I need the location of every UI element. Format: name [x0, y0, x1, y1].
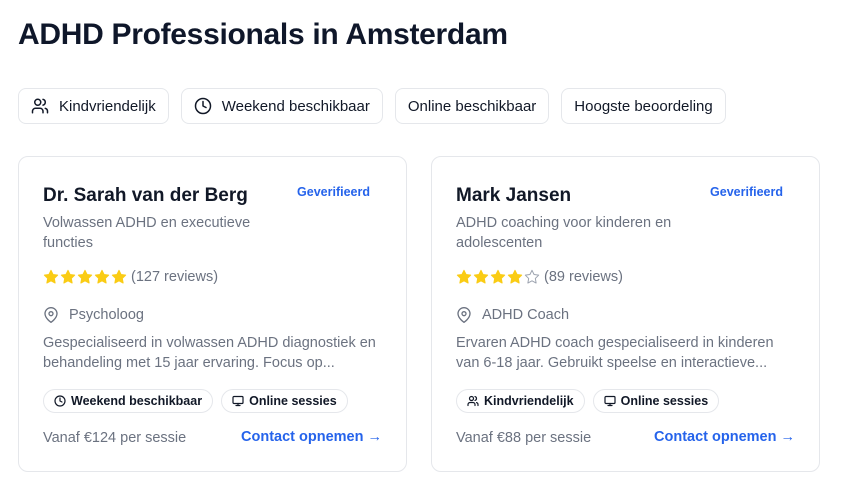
price: Vanaf €124 per sessie: [43, 430, 187, 446]
filter-label: Weekend beschikbaar: [221, 97, 370, 115]
star-filled-icon: [490, 269, 506, 284]
star-filled-icon: [94, 269, 110, 284]
map-pin-icon: [44, 307, 58, 323]
profession: Psycholoog: [43, 307, 144, 323]
filter-label: Hoogste beoordeling: [574, 97, 713, 115]
description: Ervaren ADHD coach gespecialiseerd in ki…: [456, 335, 774, 371]
users-icon: [31, 98, 49, 114]
star-empty-icon: [524, 269, 540, 284]
star-filled-icon: [473, 269, 489, 284]
review-count: (89 reviews): [544, 269, 623, 285]
contact-link[interactable]: Contact opnemen →: [654, 429, 795, 445]
star-filled-icon: [507, 269, 523, 284]
contact-link[interactable]: Contact opnemen →: [241, 429, 382, 445]
tag-label: Online sessies: [249, 394, 337, 408]
star-filled-icon: [43, 269, 59, 284]
users-icon: [467, 395, 479, 407]
price: Vanaf €88 per sessie: [456, 430, 592, 446]
professional-name: Mark Jansen: [456, 185, 572, 206]
tag-kindvriendelijk: Kindvriendelijk: [456, 389, 585, 413]
verified-badge: Geverifieerd: [710, 185, 783, 199]
clock-icon: [54, 395, 66, 407]
star-filled-icon: [77, 269, 93, 284]
tag-label: Kindvriendelijk: [484, 394, 574, 408]
description: Gespecialiseerd in volwassen ADHD diagno…: [43, 335, 376, 371]
professional-name: Dr. Sarah van der Berg: [43, 185, 248, 206]
profession-label: ADHD Coach: [482, 307, 570, 323]
monitor-icon: [604, 395, 616, 407]
filter-label: Online beschikbaar: [407, 97, 537, 115]
professional-card: Mark Jansen Geverifieerd ADHD coaching v…: [431, 156, 820, 472]
verified-badge: Geverifieerd: [297, 185, 370, 199]
specialty: Volwassen ADHD en executieve functies: [43, 215, 251, 251]
rating: (89 reviews): [456, 269, 623, 285]
profession-label: Psycholoog: [69, 307, 144, 323]
tag-weekend: Weekend beschikbaar: [43, 389, 214, 413]
map-pin-icon: [457, 307, 471, 323]
filter-online[interactable]: Online beschikbaar: [394, 88, 550, 124]
tag-list: Weekend beschikbaar Online sessies: [43, 389, 348, 413]
filter-label: Kindvriendelijk: [59, 97, 156, 115]
page-title: ADHD Professionals in Amsterdam: [18, 18, 508, 51]
clock-icon: [194, 97, 211, 115]
tag-online: Online sessies: [221, 389, 348, 413]
star-rating: [456, 269, 540, 285]
professional-card: Dr. Sarah van der Berg Geverifieerd Volw…: [18, 156, 407, 472]
star-filled-icon: [60, 269, 76, 284]
tag-online: Online sessies: [592, 389, 720, 413]
star-filled-icon: [111, 269, 127, 284]
profession: ADHD Coach: [456, 307, 569, 323]
filter-weekend[interactable]: Weekend beschikbaar: [180, 88, 383, 124]
rating: (127 reviews): [43, 269, 218, 285]
tag-label: Online sessies: [620, 394, 709, 408]
star-rating: [43, 269, 127, 285]
tag-label: Weekend beschikbaar: [71, 394, 203, 408]
tag-list: Kindvriendelijk Online sessies: [456, 389, 720, 413]
review-count: (127 reviews): [131, 269, 219, 285]
monitor-icon: [232, 395, 244, 407]
star-filled-icon: [456, 269, 472, 284]
specialty: ADHD coaching voor kinderen en adolescen…: [456, 215, 672, 251]
filter-bar: Kindvriendelijk Weekend beschikbaar Onli…: [18, 88, 726, 124]
filter-kindvriendelijk[interactable]: Kindvriendelijk: [18, 88, 169, 124]
filter-top-rated[interactable]: Hoogste beoordeling: [561, 88, 726, 124]
